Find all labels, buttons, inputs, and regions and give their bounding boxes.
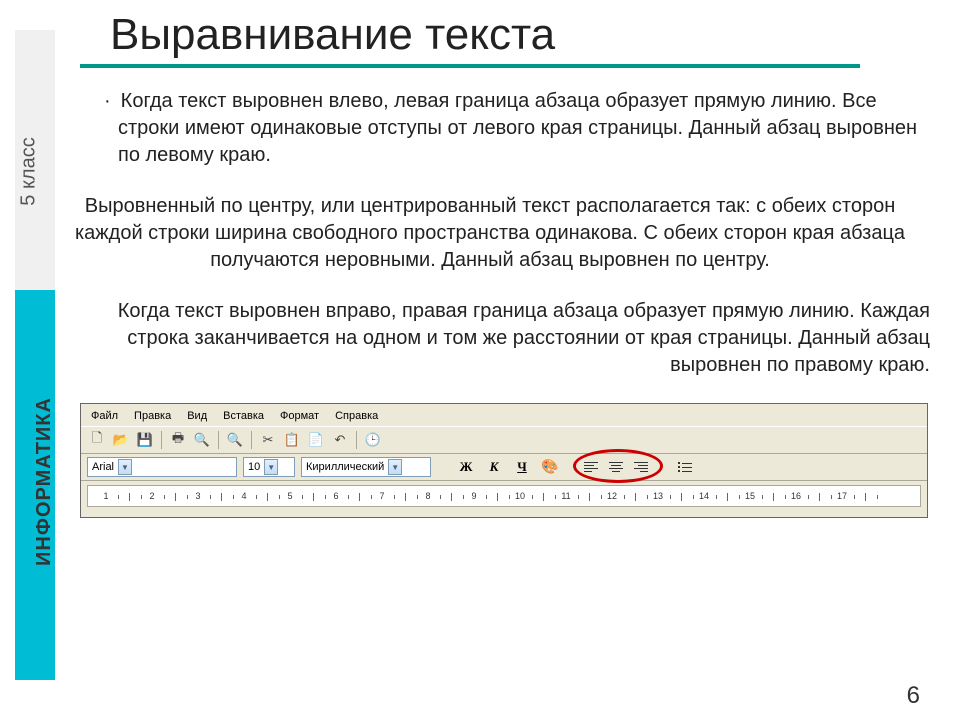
- ruler-number: 8: [425, 491, 430, 501]
- alignment-group: [581, 457, 651, 477]
- ruler-number: 11: [561, 491, 570, 501]
- slide-title: Выравнивание текста: [110, 10, 940, 60]
- ruler-number: 2: [149, 491, 154, 501]
- align-center-button[interactable]: [605, 457, 627, 477]
- separator: [218, 431, 219, 449]
- standard-toolbar: 🗋 📂 💾 🖶 🔍 🔍 ✂ 📋 📄 ↶ 🕒: [81, 426, 927, 454]
- menu-insert[interactable]: Вставка: [217, 408, 270, 424]
- title-underline: [80, 64, 860, 68]
- ruler-number: 17: [837, 491, 847, 501]
- menu-format[interactable]: Формат: [274, 408, 325, 424]
- sidebar-class-block: 5 класс: [15, 30, 55, 290]
- save-icon[interactable]: 💾: [135, 430, 155, 450]
- charset-combo[interactable]: Кириллический ▼: [301, 457, 431, 477]
- copy-icon[interactable]: 📋: [282, 430, 302, 450]
- open-file-icon[interactable]: 📂: [111, 430, 131, 450]
- ruler-number: 7: [379, 491, 384, 501]
- separator: [161, 431, 162, 449]
- separator: [356, 431, 357, 449]
- ruler[interactable]: 1234567891011121314151617: [87, 485, 921, 507]
- print-icon[interactable]: 🖶: [168, 430, 188, 450]
- ruler-number: 3: [195, 491, 200, 501]
- ruler-number: 9: [471, 491, 476, 501]
- menu-bar: Файл Правка Вид Вставка Формат Справка: [81, 406, 927, 426]
- paste-icon[interactable]: 📄: [306, 430, 326, 450]
- new-file-icon[interactable]: 🗋: [87, 430, 107, 450]
- ruler-number: 5: [287, 491, 292, 501]
- datetime-icon[interactable]: 🕒: [363, 430, 383, 450]
- bold-button[interactable]: Ж: [455, 457, 477, 477]
- font-name-value: Arial: [92, 461, 114, 473]
- paragraph-center-aligned: Выровненный по центру, или центрированны…: [50, 193, 930, 274]
- font-name-combo[interactable]: Arial ▼: [87, 457, 237, 477]
- ruler-number: 15: [745, 491, 755, 501]
- font-size-combo[interactable]: 10 ▼: [243, 457, 295, 477]
- paragraph-left-aligned: Когда текст выровнен влево, левая границ…: [104, 88, 930, 169]
- sidebar-subject-block: ИНФОРМАТИКА: [15, 290, 55, 680]
- format-toolbar: Arial ▼ 10 ▼ Кириллический ▼ Ж К Ч 🎨: [81, 454, 927, 481]
- ruler-number: 13: [653, 491, 663, 501]
- paragraph-right-aligned: Когда текст выровнен вправо, правая гран…: [90, 298, 930, 379]
- cut-icon[interactable]: ✂: [258, 430, 278, 450]
- ruler-number: 14: [699, 491, 709, 501]
- menu-file[interactable]: Файл: [85, 408, 124, 424]
- charset-value: Кириллический: [306, 461, 384, 473]
- bullets-button[interactable]: [675, 457, 697, 477]
- font-size-value: 10: [248, 461, 260, 473]
- undo-icon[interactable]: ↶: [330, 430, 350, 450]
- dropdown-arrow-icon[interactable]: ▼: [388, 459, 402, 475]
- menu-view[interactable]: Вид: [181, 408, 213, 424]
- ruler-number: 6: [333, 491, 338, 501]
- underline-button[interactable]: Ч: [511, 457, 533, 477]
- menu-edit[interactable]: Правка: [128, 408, 177, 424]
- italic-button[interactable]: К: [483, 457, 505, 477]
- align-left-button[interactable]: [581, 457, 603, 477]
- dropdown-arrow-icon[interactable]: ▼: [118, 459, 132, 475]
- class-label: 5 класс: [18, 137, 41, 205]
- sidebar: 5 класс ИНФОРМАТИКА: [15, 30, 55, 680]
- align-right-button[interactable]: [629, 457, 651, 477]
- subject-label: ИНФОРМАТИКА: [33, 397, 56, 566]
- dropdown-arrow-icon[interactable]: ▼: [264, 459, 278, 475]
- ruler-number: 1: [103, 491, 108, 501]
- color-picker-icon[interactable]: 🎨: [539, 457, 561, 477]
- find-icon[interactable]: 🔍: [225, 430, 245, 450]
- ruler-number: 10: [515, 491, 525, 501]
- menu-help[interactable]: Справка: [329, 408, 384, 424]
- slide-content: Выравнивание текста Когда текст выровнен…: [80, 10, 940, 518]
- ruler-number: 16: [791, 491, 801, 501]
- ruler-number: 12: [607, 491, 617, 501]
- ruler-number: 4: [241, 491, 246, 501]
- ruler-scale: 1234567891011121314151617: [98, 486, 920, 506]
- page-number: 6: [907, 682, 920, 710]
- print-preview-icon[interactable]: 🔍: [192, 430, 212, 450]
- wordpad-window: Файл Правка Вид Вставка Формат Справка 🗋…: [80, 403, 928, 518]
- separator: [251, 431, 252, 449]
